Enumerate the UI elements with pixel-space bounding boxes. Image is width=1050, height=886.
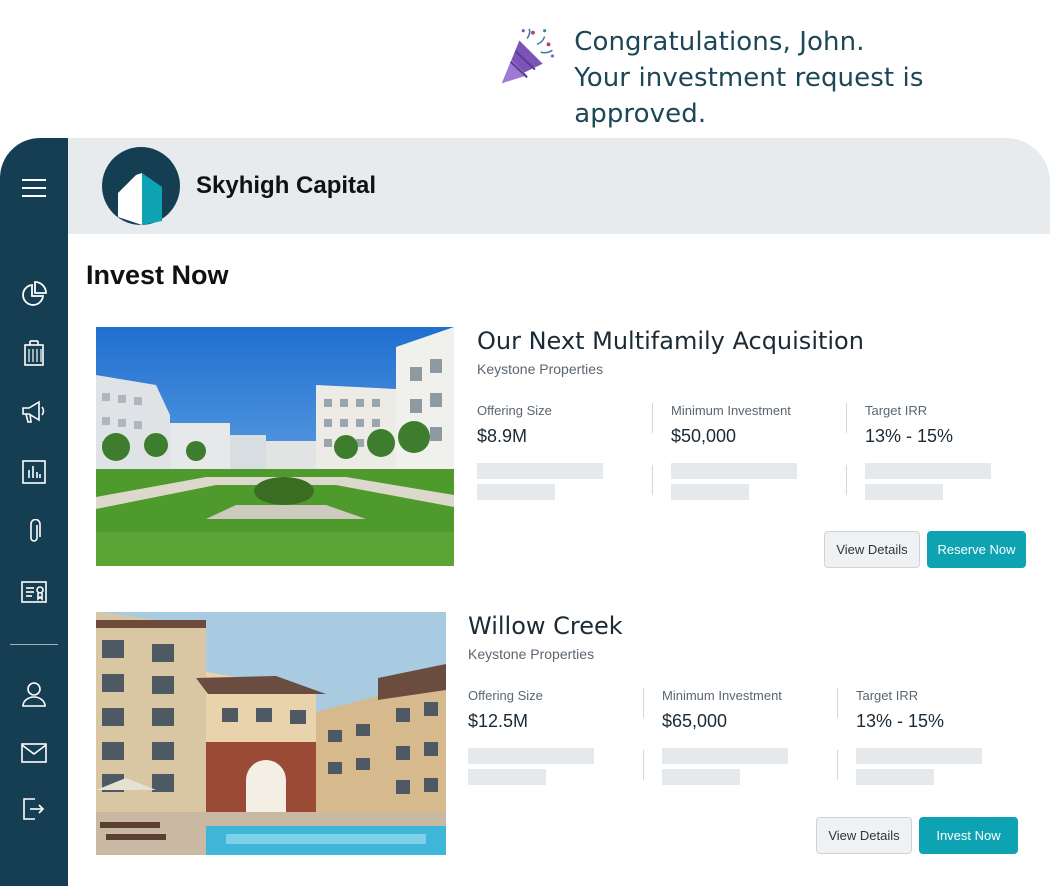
menu-icon[interactable] bbox=[18, 172, 50, 204]
listing-title[interactable]: Our Next Multifamily Acquisition bbox=[477, 327, 864, 355]
listing-info: Our Next Multifamily Acquisition Keyston… bbox=[477, 327, 991, 500]
pie-chart-icon[interactable] bbox=[18, 278, 50, 310]
property-photo[interactable] bbox=[96, 327, 454, 566]
logout-icon[interactable] bbox=[18, 793, 50, 825]
certificate-icon[interactable] bbox=[18, 576, 50, 608]
listing-sponsor: Keystone Properties bbox=[477, 361, 604, 377]
main-content: Invest Now Our Next Multifamily Acquisit… bbox=[68, 234, 1050, 886]
placeholder-bar bbox=[865, 463, 991, 479]
view-details-button[interactable]: View Details bbox=[824, 531, 920, 568]
divider bbox=[837, 750, 838, 780]
metric-offering-size: Offering Size $8.9M bbox=[477, 403, 671, 500]
metric-target-irr: Target IRR 13% - 15% bbox=[837, 688, 1050, 785]
reserve-now-button[interactable]: Reserve Now bbox=[927, 531, 1026, 568]
metric-label: Target IRR bbox=[865, 403, 928, 418]
metric-value: $65,000 bbox=[662, 711, 728, 731]
skyhigh-logo[interactable] bbox=[102, 147, 180, 225]
top-bar: Skyhigh Capital bbox=[68, 138, 1050, 234]
app-window: Skyhigh Capital Invest Now Our Next Mult… bbox=[0, 138, 1050, 886]
approval-message: Congratulations, John. Your investment r… bbox=[574, 24, 1050, 132]
placeholder-bar bbox=[477, 484, 555, 500]
listing-metrics: Offering Size $8.9M Minimum Investment $… bbox=[477, 403, 1050, 500]
metric-offering-size: Offering Size $12.5M bbox=[468, 688, 662, 785]
view-details-button[interactable]: View Details bbox=[816, 817, 912, 854]
metric-label: Offering Size bbox=[477, 403, 552, 418]
mail-icon[interactable] bbox=[18, 737, 50, 769]
page-title: Invest Now bbox=[86, 260, 229, 290]
user-icon[interactable] bbox=[18, 678, 50, 710]
metric-label: Offering Size bbox=[468, 688, 543, 703]
placeholder-bar bbox=[671, 484, 749, 500]
placeholder-bar bbox=[856, 748, 982, 764]
paperclip-icon[interactable] bbox=[18, 516, 50, 548]
invest-now-button[interactable]: Invest Now bbox=[919, 817, 1018, 854]
sidebar-divider bbox=[10, 644, 58, 645]
placeholder-bar bbox=[468, 769, 546, 785]
divider bbox=[846, 465, 847, 495]
placeholder-bar bbox=[671, 463, 797, 479]
listing-title[interactable]: Willow Creek bbox=[468, 612, 623, 640]
divider bbox=[652, 465, 653, 495]
brand-name: Skyhigh Capital bbox=[196, 172, 377, 199]
placeholder-bar bbox=[468, 748, 594, 764]
metric-value: 13% - 15% bbox=[856, 711, 945, 731]
metric-target-irr: Target IRR 13% - 15% bbox=[846, 403, 1050, 500]
congrats-line-2: Your investment request is approved. bbox=[574, 63, 924, 129]
metric-value: $8.9M bbox=[477, 426, 528, 446]
listing-metrics: Offering Size $12.5M Minimum Investment … bbox=[468, 688, 1050, 785]
property-photo[interactable] bbox=[96, 612, 446, 855]
bar-chart-icon[interactable] bbox=[18, 456, 50, 488]
party-popper-icon bbox=[501, 28, 554, 84]
building-icon[interactable] bbox=[18, 337, 50, 369]
placeholder-bar bbox=[865, 484, 943, 500]
sidebar bbox=[0, 138, 68, 886]
placeholder-bar bbox=[662, 748, 788, 764]
megaphone-icon[interactable] bbox=[18, 396, 50, 428]
metric-label: Target IRR bbox=[856, 688, 919, 703]
approval-banner: Congratulations, John. Your investment r… bbox=[498, 24, 1050, 132]
metric-minimum-investment: Minimum Investment $50,000 bbox=[652, 403, 865, 500]
divider bbox=[643, 750, 644, 780]
placeholder-bar bbox=[856, 769, 934, 785]
metric-value: 13% - 15% bbox=[865, 426, 954, 446]
metric-value: $50,000 bbox=[671, 426, 737, 446]
listing-card: Willow Creek Keystone Properties Offerin… bbox=[96, 612, 1036, 855]
metric-value: $12.5M bbox=[468, 711, 529, 731]
congrats-line-1: Congratulations, John. bbox=[574, 27, 865, 57]
listing-card: Our Next Multifamily Acquisition Keyston… bbox=[96, 327, 1036, 568]
listing-info: Willow Creek Keystone Properties Offerin… bbox=[468, 612, 982, 785]
metric-label: Minimum Investment bbox=[671, 403, 791, 418]
metric-label: Minimum Investment bbox=[662, 688, 782, 703]
placeholder-bar bbox=[477, 463, 603, 479]
placeholder-bar bbox=[662, 769, 740, 785]
metric-minimum-investment: Minimum Investment $65,000 bbox=[643, 688, 856, 785]
listing-sponsor: Keystone Properties bbox=[468, 646, 595, 662]
